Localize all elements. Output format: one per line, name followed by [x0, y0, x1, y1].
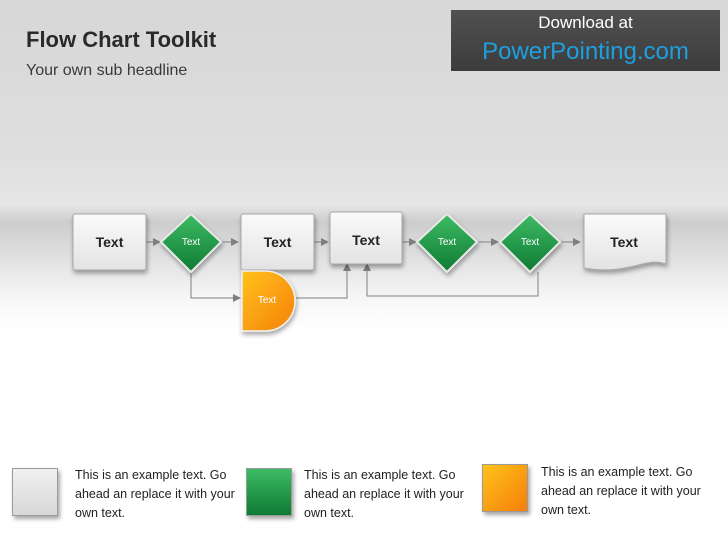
delay-1-label: Text	[257, 295, 277, 306]
legend-swatch-gray	[12, 468, 58, 516]
legend-text-orange: This is an example text. Go ahead an rep…	[541, 465, 701, 517]
legend-text-gray: This is an example text. Go ahead an rep…	[75, 468, 235, 520]
connector-7	[190, 272, 241, 302]
legend-swatch-orange	[482, 464, 528, 512]
decision-1-label: Text	[181, 237, 201, 248]
document-1-label: Text	[610, 234, 638, 250]
connector-9	[363, 263, 539, 297]
decision-2-label: Text	[437, 237, 457, 248]
process-1-label: Text	[95, 234, 124, 250]
decision-3-label: Text	[520, 237, 540, 248]
process-3-label: Text	[352, 232, 380, 248]
process-2-label: Text	[263, 234, 292, 250]
legend-text-green: This is an example text. Go ahead an rep…	[304, 468, 464, 520]
legend-swatch-green	[246, 468, 292, 516]
